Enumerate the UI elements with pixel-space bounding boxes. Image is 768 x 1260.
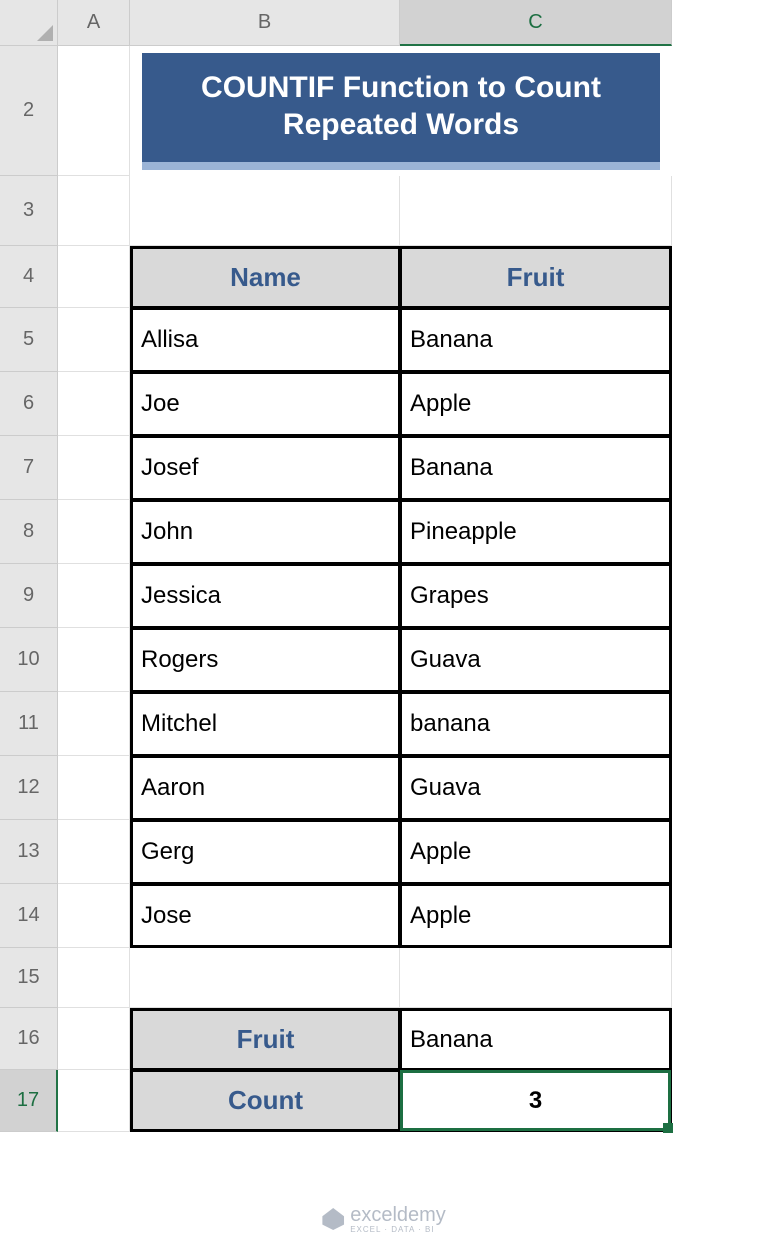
cell-a12[interactable] — [58, 756, 130, 820]
table-row[interactable]: John — [130, 500, 400, 564]
cell-b3[interactable] — [130, 176, 400, 246]
cell-a11[interactable] — [58, 692, 130, 756]
row-header-2[interactable]: 2 — [0, 46, 58, 176]
table-row[interactable]: Guava — [400, 756, 672, 820]
watermark-brand: exceldemy — [350, 1204, 446, 1226]
table-row[interactable]: Gerg — [130, 820, 400, 884]
row-header-6[interactable]: 6 — [0, 372, 58, 436]
table-header-name[interactable]: Name — [130, 246, 400, 308]
cell-a17[interactable] — [58, 1070, 130, 1132]
col-header-a[interactable]: A — [58, 0, 130, 46]
col-header-c[interactable]: C — [400, 0, 672, 46]
watermark-logo-icon — [322, 1208, 344, 1230]
cell-c15[interactable] — [400, 948, 672, 1008]
col-header-b[interactable]: B — [130, 0, 400, 46]
table-row[interactable]: Rogers — [130, 628, 400, 692]
row-header-4[interactable]: 4 — [0, 246, 58, 308]
summary-count-value[interactable]: 3 — [400, 1070, 672, 1132]
watermark: exceldemy EXCEL · DATA · BI — [322, 1204, 446, 1234]
table-row[interactable]: Banana — [400, 308, 672, 372]
table-row[interactable]: Mitchel — [130, 692, 400, 756]
row-header-3[interactable]: 3 — [0, 176, 58, 246]
page-title: COUNTIF Function to Count Repeated Words — [142, 53, 660, 170]
cell-c3[interactable] — [400, 176, 672, 246]
summary-count-label[interactable]: Count — [130, 1070, 400, 1132]
table-row[interactable]: Grapes — [400, 564, 672, 628]
table-row[interactable]: Jessica — [130, 564, 400, 628]
cell-a15[interactable] — [58, 948, 130, 1008]
spreadsheet-grid: A B C 2 COUNTIF Function to Count Repeat… — [0, 0, 768, 1132]
cell-a3[interactable] — [58, 176, 130, 246]
cell-a8[interactable] — [58, 500, 130, 564]
table-row[interactable]: Apple — [400, 372, 672, 436]
table-row[interactable]: Allisa — [130, 308, 400, 372]
count-text: 3 — [529, 1087, 542, 1115]
table-row[interactable]: Guava — [400, 628, 672, 692]
cell-a16[interactable] — [58, 1008, 130, 1070]
watermark-tagline: EXCEL · DATA · BI — [350, 1225, 446, 1234]
summary-fruit-value[interactable]: Banana — [400, 1008, 672, 1070]
cell-a6[interactable] — [58, 372, 130, 436]
table-row[interactable]: Jose — [130, 884, 400, 948]
cell-a7[interactable] — [58, 436, 130, 500]
table-row[interactable]: banana — [400, 692, 672, 756]
title-merged-cell[interactable]: COUNTIF Function to Count Repeated Words — [130, 46, 672, 176]
fill-handle[interactable] — [663, 1123, 673, 1133]
cell-a9[interactable] — [58, 564, 130, 628]
cell-a4[interactable] — [58, 246, 130, 308]
cell-b15[interactable] — [130, 948, 400, 1008]
row-header-13[interactable]: 13 — [0, 820, 58, 884]
cell-a13[interactable] — [58, 820, 130, 884]
row-header-7[interactable]: 7 — [0, 436, 58, 500]
row-header-15[interactable]: 15 — [0, 948, 58, 1008]
table-row[interactable]: Josef — [130, 436, 400, 500]
table-row[interactable]: Apple — [400, 884, 672, 948]
row-header-9[interactable]: 9 — [0, 564, 58, 628]
row-header-11[interactable]: 11 — [0, 692, 58, 756]
cell-a14[interactable] — [58, 884, 130, 948]
table-row[interactable]: Joe — [130, 372, 400, 436]
row-header-8[interactable]: 8 — [0, 500, 58, 564]
table-row[interactable]: Banana — [400, 436, 672, 500]
cell-a10[interactable] — [58, 628, 130, 692]
summary-fruit-label[interactable]: Fruit — [130, 1008, 400, 1070]
table-row[interactable]: Pineapple — [400, 500, 672, 564]
row-header-14[interactable]: 14 — [0, 884, 58, 948]
row-header-12[interactable]: 12 — [0, 756, 58, 820]
cell-a2[interactable] — [58, 46, 130, 176]
cell-a5[interactable] — [58, 308, 130, 372]
row-header-17[interactable]: 17 — [0, 1070, 58, 1132]
row-header-16[interactable]: 16 — [0, 1008, 58, 1070]
table-header-fruit[interactable]: Fruit — [400, 246, 672, 308]
select-all-corner[interactable] — [0, 0, 58, 46]
table-row[interactable]: Apple — [400, 820, 672, 884]
row-header-5[interactable]: 5 — [0, 308, 58, 372]
row-header-10[interactable]: 10 — [0, 628, 58, 692]
table-row[interactable]: Aaron — [130, 756, 400, 820]
